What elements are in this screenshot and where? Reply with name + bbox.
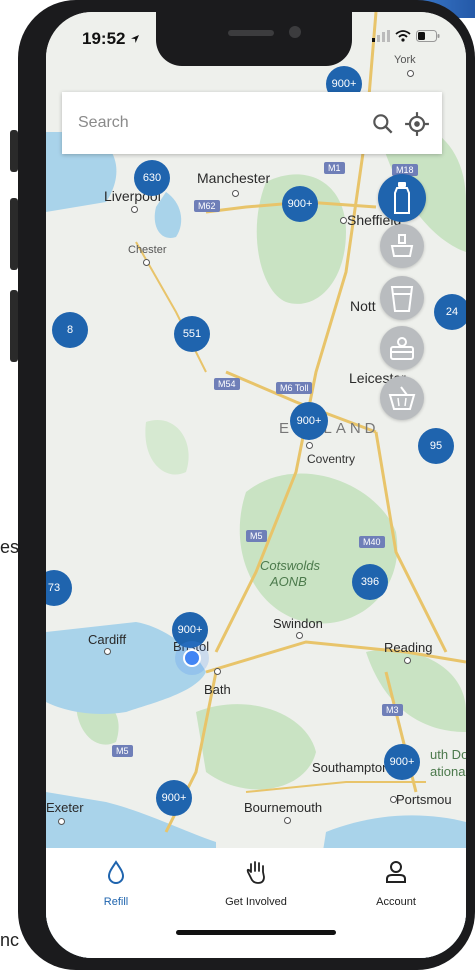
place-label: Portsmou bbox=[396, 792, 452, 807]
place-marker bbox=[232, 190, 239, 197]
cluster-marker[interactable]: 900+ bbox=[290, 402, 328, 440]
place-label: Coventry bbox=[307, 452, 356, 466]
road-shield: M40 bbox=[359, 536, 385, 548]
place-label: Exeter bbox=[46, 800, 84, 815]
background-text-fragment: es bbox=[0, 537, 20, 557]
category-cup-button[interactable] bbox=[380, 276, 424, 320]
place-marker bbox=[404, 657, 411, 664]
place-marker bbox=[306, 442, 313, 449]
tab-refill[interactable]: Refill bbox=[46, 860, 186, 908]
cluster-marker[interactable]: 900+ bbox=[172, 612, 208, 648]
place-label: Manchester bbox=[197, 170, 271, 186]
road-shield: M1 bbox=[324, 162, 345, 174]
cluster-marker[interactable]: 8 bbox=[52, 312, 88, 348]
front-camera bbox=[289, 26, 301, 38]
phone-screen: York Manchester Liverpool Sheffield Ches… bbox=[46, 12, 466, 958]
place-label: Bournemouth bbox=[244, 800, 323, 815]
place-label: AONB bbox=[270, 574, 307, 589]
bottle-icon bbox=[394, 182, 410, 214]
place-label: Chester bbox=[128, 244, 167, 256]
battery-icon bbox=[416, 30, 440, 42]
search-icon[interactable] bbox=[370, 111, 396, 137]
volume-down-button bbox=[10, 290, 18, 362]
cellular-signal-icon bbox=[372, 30, 390, 42]
status-icons bbox=[372, 30, 440, 42]
lunchbox-icon bbox=[390, 337, 414, 360]
place-label: uth Do bbox=[430, 747, 466, 762]
place-marker bbox=[390, 796, 397, 803]
place-marker bbox=[296, 632, 303, 639]
phone-frame: York Manchester Liverpool Sheffield Ches… bbox=[10, 0, 475, 970]
category-basket-button[interactable] bbox=[380, 376, 424, 420]
search-bar bbox=[62, 92, 442, 154]
status-time: 19:52 bbox=[82, 29, 140, 49]
cluster-marker[interactable]: 900+ bbox=[282, 186, 318, 222]
place-label: Swindon bbox=[273, 616, 323, 631]
tab-account[interactable]: Account bbox=[326, 860, 466, 908]
cluster-marker[interactable]: 900+ bbox=[156, 780, 192, 816]
road-shield: M5 bbox=[112, 745, 133, 757]
cluster-marker[interactable]: 396 bbox=[352, 564, 388, 600]
status-time-text: 19:52 bbox=[82, 29, 126, 48]
home-indicator bbox=[176, 930, 336, 935]
bottom-tab-bar: Refill Get Involved Account bbox=[46, 848, 466, 958]
basket-icon bbox=[388, 386, 416, 410]
speaker-grille bbox=[228, 30, 274, 36]
road-shield: M6 Toll bbox=[276, 382, 313, 394]
background-text-fragment: nc bbox=[0, 930, 20, 950]
place-label: Cardiff bbox=[88, 632, 127, 647]
cluster-marker[interactable]: 95 bbox=[418, 428, 454, 464]
category-tap-button[interactable] bbox=[380, 224, 424, 268]
place-label: Cotswolds bbox=[260, 558, 320, 573]
place-label: Reading bbox=[384, 640, 433, 655]
place-label: Bath bbox=[204, 682, 231, 697]
place-marker bbox=[143, 259, 150, 266]
place-label: Southampton bbox=[312, 760, 390, 775]
road-shield: M54 bbox=[214, 378, 240, 390]
cluster-marker[interactable]: 900+ bbox=[384, 744, 420, 780]
category-lunchbox-button[interactable] bbox=[380, 326, 424, 370]
place-marker bbox=[214, 668, 221, 675]
place-label: York bbox=[394, 54, 416, 66]
phone-notch bbox=[156, 12, 352, 66]
locate-me-icon[interactable] bbox=[404, 111, 430, 137]
road-shield: M5 bbox=[246, 530, 267, 542]
cluster-marker[interactable]: 24 bbox=[434, 294, 466, 330]
cluster-marker[interactable]: 551 bbox=[174, 316, 210, 352]
road-shield: M3 bbox=[382, 704, 403, 716]
place-marker bbox=[104, 648, 111, 655]
hand-icon bbox=[246, 861, 265, 884]
place-marker bbox=[131, 206, 138, 213]
road-shield: M62 bbox=[194, 200, 220, 212]
category-bottle-button[interactable] bbox=[378, 174, 426, 222]
wifi-icon bbox=[395, 30, 411, 42]
place-label: Nott bbox=[350, 298, 376, 314]
tab-label: Account bbox=[376, 896, 416, 908]
mute-switch bbox=[10, 130, 18, 172]
place-label: ational bbox=[430, 764, 466, 779]
cluster-marker[interactable]: 630 bbox=[134, 160, 170, 196]
place-marker bbox=[407, 70, 414, 77]
tap-icon bbox=[390, 234, 414, 257]
location-arrow-icon bbox=[131, 35, 140, 43]
tab-label: Get Involved bbox=[225, 896, 287, 908]
search-input[interactable] bbox=[76, 107, 350, 139]
tab-label: Refill bbox=[103, 896, 129, 908]
current-location-dot bbox=[183, 649, 201, 667]
place-marker bbox=[58, 818, 65, 825]
place-marker bbox=[284, 817, 291, 824]
volume-up-button bbox=[10, 198, 18, 270]
person-icon bbox=[386, 861, 406, 883]
tab-get-involved[interactable]: Get Involved bbox=[186, 860, 326, 908]
drop-icon bbox=[107, 860, 125, 884]
cup-icon bbox=[390, 286, 414, 312]
place-marker bbox=[340, 217, 347, 224]
